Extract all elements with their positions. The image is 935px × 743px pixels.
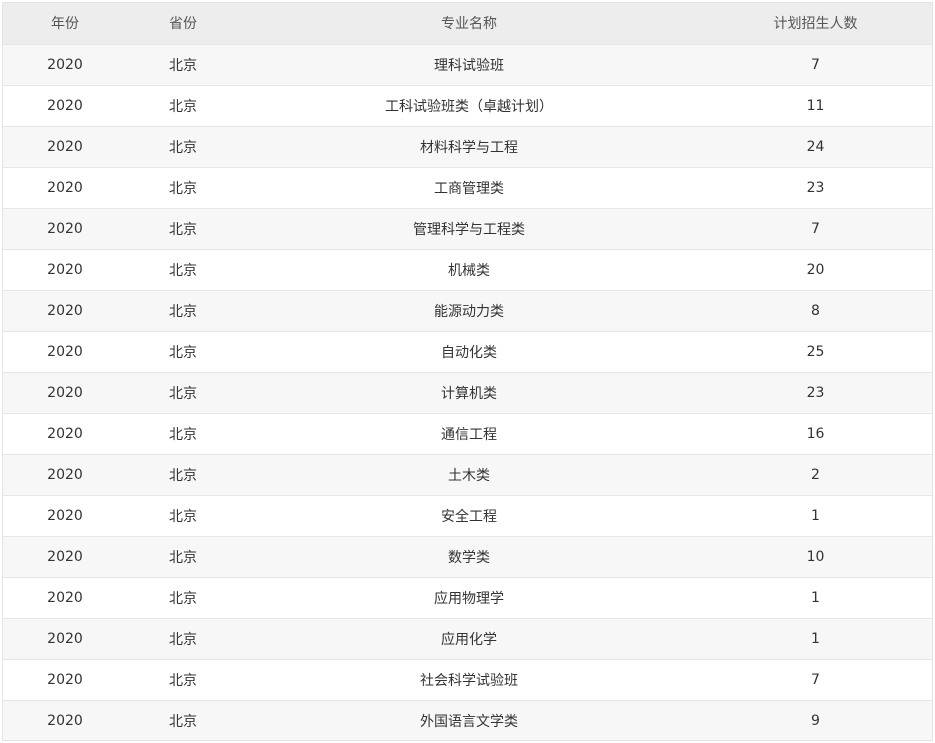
cell-year: 2020	[47, 712, 83, 729]
table-row: 2020 北京 工科试验班类（卓越计划） 11	[3, 85, 932, 126]
table-row: 2020 北京 管理科学与工程类 7	[3, 208, 932, 249]
cell-major: 理科试验班	[434, 57, 504, 74]
cell-year: 2020	[47, 97, 83, 114]
cell-year: 2020	[47, 56, 83, 73]
cell-year: 2020	[47, 261, 83, 278]
cell-count: 7	[811, 56, 820, 73]
cell-major: 通信工程	[441, 426, 497, 443]
cell-province: 北京	[169, 221, 197, 238]
cell-count: 10	[806, 548, 825, 565]
enrollment-plan-table: 年份 省份 专业名称 计划招生人数 2020 北京 理科试验班 7 2020 北京 工科试验…	[3, 3, 932, 740]
cell-province: 北京	[169, 590, 197, 607]
table-row: 2020 北京 应用物理学 1	[3, 577, 932, 618]
cell-province: 北京	[169, 344, 197, 361]
cell-major: 安全工程	[441, 508, 497, 525]
cell-year: 2020	[47, 548, 83, 565]
cell-year: 2020	[47, 302, 83, 319]
cell-year: 2020	[47, 179, 83, 196]
cell-province: 北京	[169, 57, 197, 74]
table-row: 2020 北京 土木类 2	[3, 454, 932, 495]
header-year: 年份	[51, 16, 79, 33]
cell-major: 外国语言文学类	[420, 713, 518, 730]
cell-province: 北京	[169, 631, 197, 648]
table-row: 2020 北京 社会科学试验班 7	[3, 659, 932, 700]
cell-year: 2020	[47, 507, 83, 524]
cell-major: 自动化类	[441, 344, 497, 361]
cell-year: 2020	[47, 671, 83, 688]
cell-year: 2020	[47, 220, 83, 237]
cell-major: 管理科学与工程类	[413, 221, 525, 238]
header-count: 计划招生人数	[773, 16, 858, 33]
cell-year: 2020	[47, 384, 83, 401]
cell-province: 北京	[169, 385, 197, 402]
cell-major: 能源动力类	[434, 303, 504, 320]
table-body: 2020 北京 理科试验班 7 2020 北京 工科试验班类（卓越计划） 11 2020 北京 材料…	[3, 44, 932, 740]
cell-major: 应用物理学	[434, 590, 504, 607]
table-row: 2020 北京 机械类 20	[3, 249, 932, 290]
table-row: 2020 北京 安全工程 1	[3, 495, 932, 536]
enrollment-plan-table-container: 年份 省份 专业名称 计划招生人数 2020 北京 理科试验班 7 2020 北京 工科试验…	[2, 2, 933, 741]
cell-count: 1	[811, 630, 820, 647]
cell-province: 北京	[169, 508, 197, 525]
cell-year: 2020	[47, 630, 83, 647]
cell-year: 2020	[47, 425, 83, 442]
cell-year: 2020	[47, 466, 83, 483]
cell-count: 20	[806, 261, 825, 278]
cell-count: 1	[811, 507, 820, 524]
cell-count: 7	[811, 671, 820, 688]
table-row: 2020 北京 计算机类 23	[3, 372, 932, 413]
table-header: 年份 省份 专业名称 计划招生人数	[3, 3, 932, 44]
table-row: 2020 北京 工商管理类 23	[3, 167, 932, 208]
cell-major: 应用化学	[441, 631, 497, 648]
cell-province: 北京	[169, 713, 197, 730]
cell-year: 2020	[47, 343, 83, 360]
cell-count: 7	[811, 220, 820, 237]
table-row: 2020 北京 材料科学与工程 24	[3, 126, 932, 167]
table-row: 2020 北京 自动化类 25	[3, 331, 932, 372]
cell-year: 2020	[47, 138, 83, 155]
header-major: 专业名称	[441, 16, 497, 33]
cell-count: 23	[806, 179, 825, 196]
cell-province: 北京	[169, 303, 197, 320]
cell-count: 1	[811, 589, 820, 606]
cell-major: 机械类	[448, 262, 490, 279]
cell-count: 25	[806, 343, 825, 360]
cell-major: 工商管理类	[434, 180, 504, 197]
cell-count: 24	[806, 138, 825, 155]
cell-province: 北京	[169, 98, 197, 115]
cell-province: 北京	[169, 262, 197, 279]
table-row: 2020 北京 应用化学 1	[3, 618, 932, 659]
cell-count: 23	[806, 384, 825, 401]
cell-province: 北京	[169, 180, 197, 197]
cell-major: 土木类	[448, 467, 490, 484]
cell-major: 计算机类	[441, 385, 497, 402]
cell-major: 社会科学试验班	[420, 672, 518, 689]
header-province: 省份	[169, 16, 197, 33]
cell-count: 8	[811, 302, 820, 319]
cell-count: 11	[806, 97, 825, 114]
table-row: 2020 北京 数学类 10	[3, 536, 932, 577]
table-row: 2020 北京 理科试验班 7	[3, 44, 932, 85]
cell-count: 2	[811, 466, 820, 483]
cell-province: 北京	[169, 672, 197, 689]
cell-province: 北京	[169, 467, 197, 484]
cell-count: 16	[806, 425, 825, 442]
cell-year: 2020	[47, 589, 83, 606]
table-row: 2020 北京 能源动力类 8	[3, 290, 932, 331]
cell-province: 北京	[169, 139, 197, 156]
cell-major: 数学类	[448, 549, 490, 566]
cell-major: 材料科学与工程	[420, 139, 518, 156]
table-row: 2020 北京 通信工程 16	[3, 413, 932, 454]
cell-province: 北京	[169, 549, 197, 566]
cell-province: 北京	[169, 426, 197, 443]
cell-major: 工科试验班类（卓越计划）	[385, 98, 553, 115]
header-row: 年份 省份 专业名称 计划招生人数	[3, 3, 932, 44]
cell-count: 9	[811, 712, 820, 729]
table-row: 2020 北京 外国语言文学类 9	[3, 700, 932, 740]
